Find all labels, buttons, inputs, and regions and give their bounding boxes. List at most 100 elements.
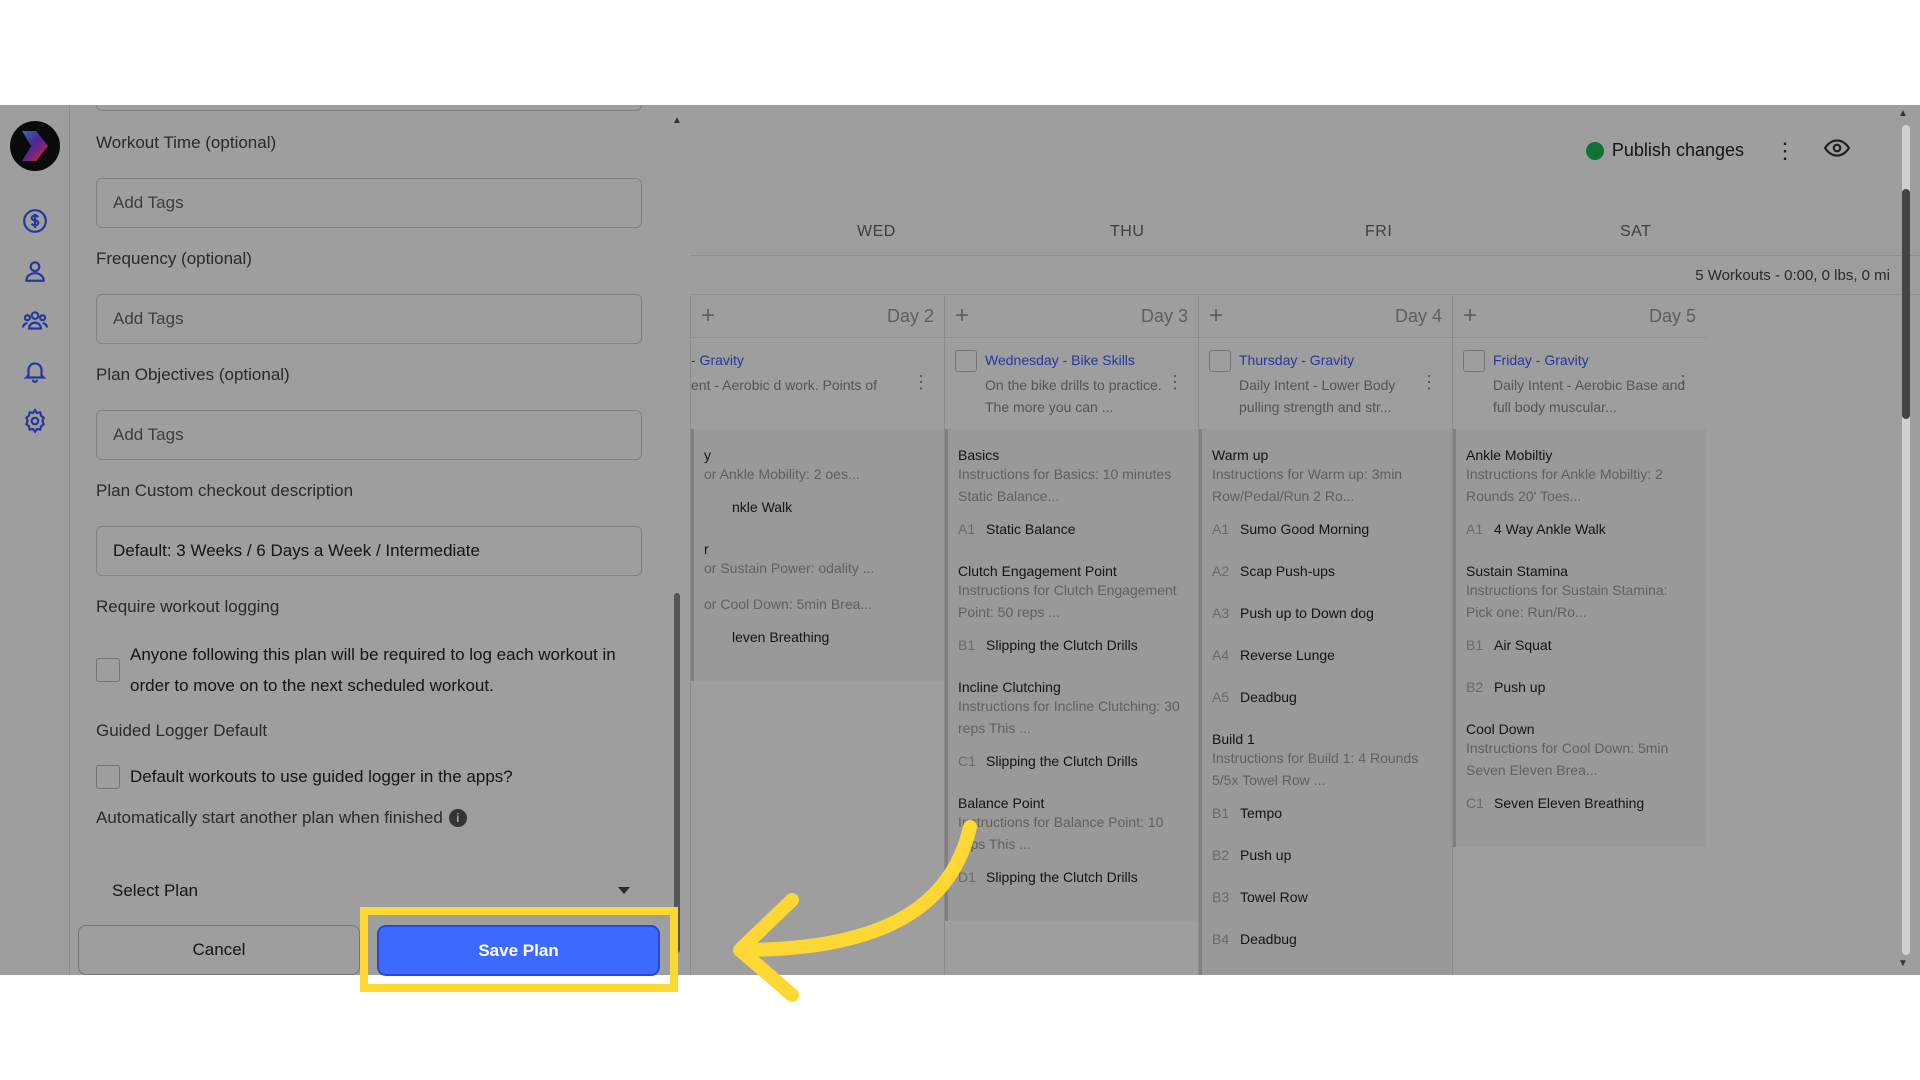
exercise-name: Towel Row	[1240, 889, 1308, 905]
workout-card[interactable]: Wednesday - Bike Skills On the bike drill…	[945, 338, 1198, 429]
exercise-name: Push up to Down dog	[1240, 605, 1374, 621]
exercise-row[interactable]: A1 4 Way Ankle Walk	[1466, 521, 1696, 537]
add-workout-icon[interactable]: +	[955, 302, 969, 330]
day-header-wed: WED	[857, 223, 896, 240]
section-instructions: Instructions for Incline Clutching: 30 r…	[958, 698, 1180, 736]
exercise-row[interactable]: B1 Tempo	[1212, 805, 1442, 821]
day-header-thu: THU	[1110, 223, 1145, 240]
section-instructions: Instructions for Basics: 10 minutes Stat…	[958, 466, 1172, 504]
workout-description: Daily Intent - Aerobic Base and full bod…	[1493, 377, 1686, 415]
day-column-header: + Day 3	[945, 296, 1198, 338]
add-workout-icon[interactable]: +	[1209, 302, 1223, 330]
section-title: Incline Clutching	[958, 679, 1061, 695]
day-number-label: Day 5	[1648, 306, 1696, 326]
user-icon[interactable]	[20, 256, 50, 286]
section-instructions: Instructions for Ankle Mobiltiy: 2 Round…	[1466, 466, 1663, 504]
workout-card[interactable]: Friday - Gravity Daily Intent - Aerobic B…	[1453, 338, 1706, 429]
workout-more-icon[interactable]: ⋮	[1674, 372, 1692, 393]
day-number-label: Day 2	[886, 306, 934, 326]
publish-changes-button[interactable]: Publish changes	[1585, 140, 1744, 161]
exercise-row[interactable]: C1 Slipping the Clutch Drills	[958, 753, 1188, 769]
group-icon[interactable]	[20, 306, 50, 336]
workout-more-icon[interactable]: ⋮	[1166, 372, 1184, 393]
workout-title[interactable]: Wednesday - Bike Skills	[985, 352, 1184, 368]
exercise-row[interactable]: B2 Push up	[1212, 847, 1442, 863]
exercise-row[interactable]: A4 Reverse Lunge	[1212, 647, 1442, 663]
exercise-code: A1	[1212, 521, 1230, 537]
workout-title[interactable]: Friday - Gravity	[1493, 352, 1692, 368]
exercise-name: 4 Way Ankle Walk	[1494, 521, 1606, 537]
exercise-code: A5	[1212, 689, 1230, 705]
add-workout-icon[interactable]: +	[701, 302, 715, 330]
workout-description: Daily Intent - Lower Body pulling streng…	[1239, 377, 1396, 415]
panel-scrollbar[interactable]: ▲	[672, 115, 682, 965]
exercise-row[interactable]: A1 Sumo Good Morning	[1212, 521, 1442, 537]
exercise-row[interactable]: C1 Seven Eleven Breathing	[1466, 795, 1696, 811]
section-title: y	[704, 447, 711, 463]
exercise-row[interactable]: B1 Air Squat	[1466, 637, 1696, 653]
section-instructions: Instructions for Warm up: 3min Row/Pedal…	[1212, 466, 1403, 504]
section-title: Basics	[958, 447, 1000, 463]
exercise-code: A2	[1212, 563, 1230, 579]
exercise-row[interactable]: D1 Slipping the Clutch Drills	[958, 869, 1188, 885]
workout-description: On the bike drills to practice. The more…	[985, 377, 1162, 415]
exercise-row[interactable]: A2 Scap Push-ups	[1212, 563, 1442, 579]
exercise-row[interactable]: A3 Push up to Down dog	[1212, 605, 1442, 621]
workout-checkbox[interactable]	[1463, 350, 1485, 372]
workout-checkbox[interactable]	[955, 350, 977, 372]
exercise-row[interactable]: B4 Deadbug	[1212, 931, 1442, 947]
page-scrollbar[interactable]: ▲ ▼	[1888, 105, 1920, 975]
more-options-icon[interactable]: ⋮	[1774, 138, 1796, 164]
billing-icon[interactable]	[20, 206, 50, 236]
preview-eye-icon[interactable]	[1823, 135, 1851, 166]
workout-more-icon[interactable]: ⋮	[1420, 372, 1438, 393]
exercise-code: B2	[1466, 679, 1484, 695]
section-title: Warm up	[1212, 447, 1269, 463]
app-logo[interactable]	[10, 121, 60, 171]
exercise-code: A1	[958, 521, 976, 537]
exercise-code: B4	[1212, 931, 1230, 947]
exercise-name: nkle Walk	[732, 499, 793, 515]
exercise-name: Slipping the Clutch Drills	[986, 637, 1138, 653]
exercise-row[interactable]: A5 Deadbug	[1212, 689, 1442, 705]
exercise-code: B1	[958, 637, 976, 653]
workout-checkbox[interactable]	[1209, 350, 1231, 372]
exercise-name: Push up	[1494, 679, 1546, 695]
section-instructions: Instructions for Balance Point: 10 reps …	[958, 814, 1164, 852]
exercise-code: B2	[1212, 847, 1230, 863]
bell-icon[interactable]	[20, 356, 50, 386]
exercise-name: Scap Push-ups	[1240, 563, 1335, 579]
exercise-code: B1	[1466, 637, 1484, 653]
exercise-name: Slipping the Clutch Drills	[986, 869, 1138, 885]
section-instructions: Instructions for Clutch Engagement Point…	[958, 582, 1177, 620]
exercise-row[interactable]: A1 Static Balance	[958, 521, 1188, 537]
workout-description: ent - Aerobic d work. Points of	[691, 377, 877, 393]
section-title: Sustain Stamina	[1466, 563, 1568, 579]
workout-more-icon[interactable]: ⋮	[912, 372, 930, 393]
day-header-fri: FRI	[1365, 223, 1393, 240]
day-column: + Day 5 Friday - Gravity Daily Intent - Aer…	[1452, 296, 1706, 975]
workout-title[interactable]: Thursday - Gravity	[1239, 352, 1438, 368]
save-plan-button[interactable]: Save Plan	[377, 925, 660, 976]
exercise-row[interactable]: nkle Walk	[704, 499, 934, 515]
exercise-code: B1	[1212, 805, 1230, 821]
week-summary: 5 Workouts - 0:00, 0 lbs, 0 mi ⋮	[690, 255, 1920, 295]
day-number-label: Day 3	[1140, 306, 1188, 326]
day-column: + Day 3 Wednesday - Bike Skills On the bike…	[944, 296, 1198, 975]
add-workout-icon[interactable]: +	[1463, 302, 1477, 330]
plan-form-panel: Workout Time (optional) Add Tags Frequen…	[70, 105, 688, 975]
exercise-row[interactable]: B2 Push up	[1466, 679, 1696, 695]
workout-card[interactable]: Thursday - Gravity Daily Intent - Lower B…	[1199, 338, 1452, 429]
exercise-row[interactable]: leven Breathing	[704, 629, 934, 645]
workout-title[interactable]: - Gravity	[691, 352, 930, 368]
exercise-name: Air Squat	[1494, 637, 1552, 653]
exercise-name: Deadbug	[1240, 689, 1297, 705]
workout-card[interactable]: - Gravity ent - Aerobic d work. Points of…	[691, 338, 944, 429]
save-plan-label: Save Plan	[478, 940, 559, 960]
exercise-code: A1	[1466, 521, 1484, 537]
section-instructions: or Cool Down: 5min Brea...	[704, 596, 873, 612]
gear-icon[interactable]	[20, 406, 50, 436]
exercise-row[interactable]: B3 Towel Row	[1212, 889, 1442, 905]
section-title: Balance Point	[958, 795, 1045, 811]
exercise-row[interactable]: B1 Slipping the Clutch Drills	[958, 637, 1188, 653]
